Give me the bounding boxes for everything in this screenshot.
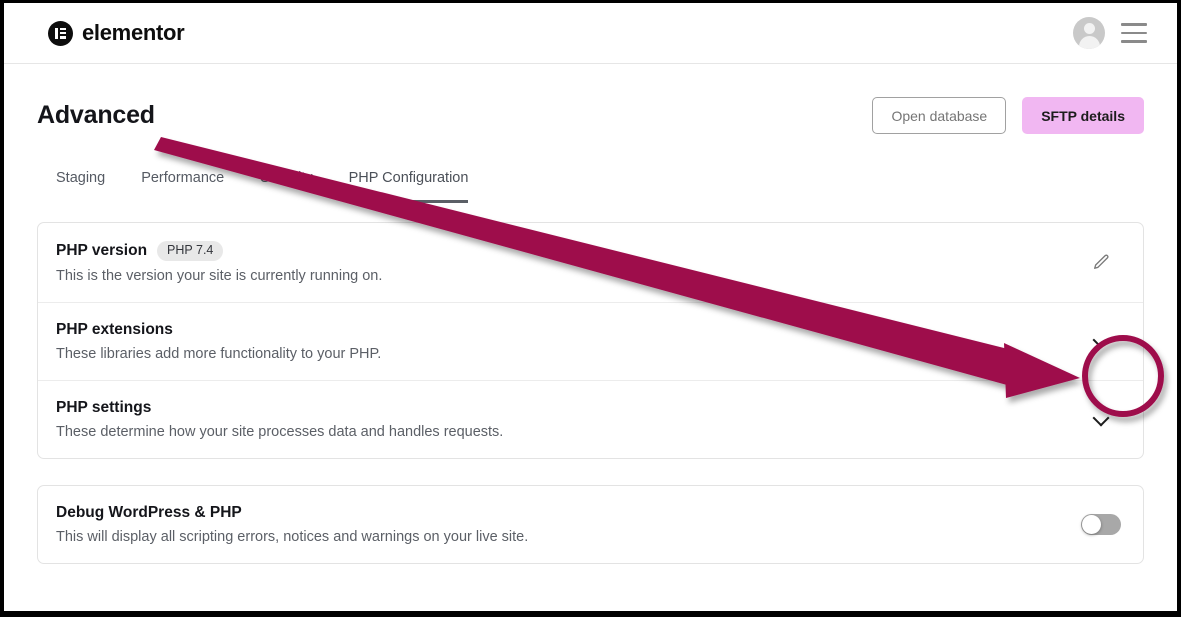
php-settings-subtitle: These determine how your site processes … bbox=[56, 423, 504, 440]
top-bar-actions bbox=[1073, 17, 1147, 49]
browser-frame: elementor Advanced Open database SFTP de… bbox=[0, 0, 1181, 617]
php-version-title: PHP version bbox=[56, 241, 148, 259]
open-database-button[interactable]: Open database bbox=[872, 97, 1007, 134]
php-extensions-expand-button[interactable] bbox=[1081, 321, 1121, 361]
debug-title: Debug WordPress & PHP bbox=[56, 503, 242, 521]
tab-php-configuration[interactable]: PHP Configuration bbox=[348, 170, 469, 203]
page-content: Advanced Open database SFTP details Stag… bbox=[4, 64, 1177, 564]
php-extensions-row: PHP extensions These libraries add more … bbox=[38, 301, 1143, 380]
tab-bar: Staging Performance Security PHP Configu… bbox=[37, 170, 1144, 203]
tab-security[interactable]: Security bbox=[260, 170, 312, 203]
debug-toggle-wrapper[interactable] bbox=[1081, 504, 1121, 544]
page-header-actions: Open database SFTP details bbox=[872, 97, 1144, 134]
php-version-subtitle: This is the version your site is current… bbox=[56, 267, 383, 284]
tab-performance[interactable]: Performance bbox=[141, 170, 224, 203]
php-settings-expand-button[interactable] bbox=[1081, 399, 1121, 439]
php-version-row: PHP version PHP 7.4 This is the version … bbox=[38, 223, 1143, 302]
php-version-badge: PHP 7.4 bbox=[157, 241, 224, 261]
sftp-details-button[interactable]: SFTP details bbox=[1022, 97, 1144, 134]
php-extensions-title: PHP extensions bbox=[56, 320, 173, 338]
php-version-text: PHP version PHP 7.4 This is the version … bbox=[56, 241, 1081, 284]
page-title: Advanced bbox=[37, 101, 155, 129]
tab-staging[interactable]: Staging bbox=[56, 170, 105, 203]
page-header: Advanced Open database SFTP details bbox=[37, 64, 1144, 134]
php-settings-row: PHP settings These determine how your si… bbox=[38, 379, 1143, 458]
edit-pencil-icon bbox=[1093, 254, 1108, 269]
php-version-edit-button[interactable] bbox=[1081, 242, 1121, 282]
php-settings-text: PHP settings These determine how your si… bbox=[56, 399, 1081, 440]
user-avatar-icon[interactable] bbox=[1073, 17, 1105, 49]
hamburger-menu-icon[interactable] bbox=[1121, 23, 1147, 43]
debug-text: Debug WordPress & PHP This will display … bbox=[56, 504, 1081, 545]
php-settings-title: PHP settings bbox=[56, 398, 152, 416]
debug-toggle-switch[interactable] bbox=[1081, 513, 1121, 535]
php-extensions-text: PHP extensions These libraries add more … bbox=[56, 321, 1081, 362]
php-extensions-subtitle: These libraries add more functionality t… bbox=[56, 345, 382, 362]
debug-wordpress-php-row: Debug WordPress & PHP This will display … bbox=[38, 486, 1143, 563]
debug-card: Debug WordPress & PHP This will display … bbox=[37, 484, 1144, 564]
brand-name-label: elementor bbox=[82, 20, 185, 45]
toggle-knob bbox=[1082, 514, 1101, 534]
chevron-down-icon bbox=[1094, 334, 1108, 348]
elementor-brand[interactable]: elementor bbox=[48, 20, 185, 46]
debug-subtitle: This will display all scripting errors, … bbox=[56, 528, 529, 545]
chevron-down-icon bbox=[1094, 412, 1108, 426]
app-top-bar: elementor bbox=[4, 3, 1177, 64]
php-configuration-card: PHP version PHP 7.4 This is the version … bbox=[37, 222, 1144, 459]
elementor-logo-icon bbox=[48, 20, 73, 46]
